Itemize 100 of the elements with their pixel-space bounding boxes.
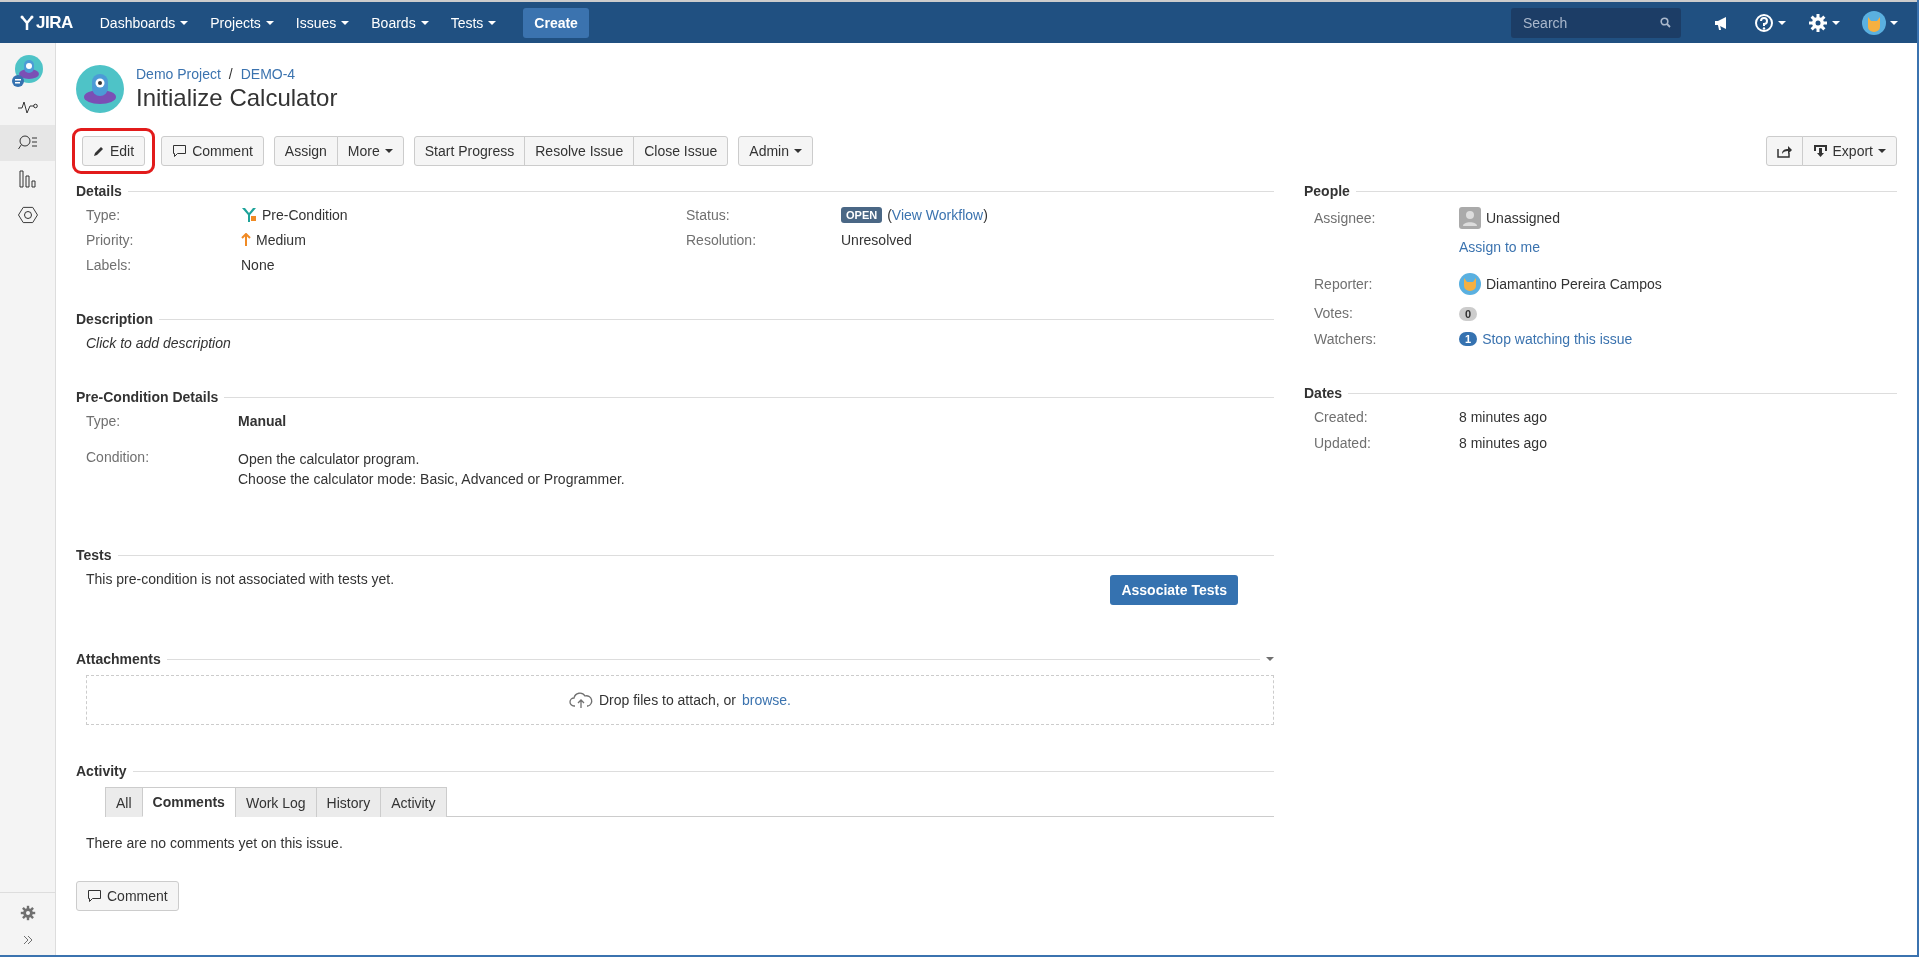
empty-message: There are no comments yet on this issue. [85, 834, 344, 851]
user-avatar-icon[interactable] [1862, 10, 1898, 35]
watcher-count: 1 [1459, 332, 1478, 346]
description-placeholder[interactable]: Click to add description [76, 335, 1274, 351]
parenthesis: ) [983, 207, 988, 223]
activity-pulse-icon[interactable] [17, 100, 38, 114]
section-heading: Pre-Condition Details [76, 389, 219, 405]
user-avatar [1459, 273, 1481, 295]
activity-tab[interactable]: All [105, 787, 143, 817]
field-value: Diamantino Pereira Campos [1459, 273, 1897, 295]
drop-text: Drop files to attach, or [599, 692, 736, 708]
project-avatar-icon [76, 65, 124, 113]
activity-tab[interactable]: Activity [380, 787, 447, 817]
field-value: Medium [241, 232, 676, 248]
section-heading: Attachments [76, 651, 161, 667]
download-icon [1812, 144, 1828, 158]
field-label: Assignee: [1314, 210, 1377, 226]
field-value: None [241, 257, 276, 273]
up-arrow-icon [241, 233, 251, 247]
vote-count: 0 [1459, 307, 1478, 321]
field-label: Status: [686, 207, 731, 223]
caret-icon [794, 149, 802, 153]
breadcrumb-link[interactable]: Demo Project [136, 66, 221, 82]
help-icon[interactable] [1754, 12, 1786, 33]
bar-chart-icon[interactable] [18, 170, 37, 188]
condition-text: Open the calculator program. [238, 450, 421, 469]
condition-text: Choose the calculator mode: Basic, Advanced or Programmer. [238, 470, 626, 489]
caret-icon [384, 149, 393, 153]
field-label: Condition: [86, 449, 151, 465]
create-button[interactable]: Create [523, 7, 589, 38]
unknown-user-avatar [1459, 207, 1481, 229]
settings-icon[interactable] [1808, 12, 1840, 33]
search-list-icon[interactable] [17, 135, 38, 151]
field-label: Updated: [1314, 435, 1372, 451]
cloud-upload-icon [569, 691, 593, 709]
caret-icon[interactable] [1266, 657, 1274, 661]
toolbar-button[interactable]: Admin [738, 136, 813, 166]
comment-button[interactable]: Comment [76, 881, 179, 911]
hexagon-icon[interactable] [17, 205, 38, 225]
field-value: Unresolved [841, 232, 913, 248]
stop-watching-link[interactable]: Stop watching this issue [1482, 331, 1633, 347]
view-workflow-link[interactable]: View Workflow [891, 207, 984, 223]
section-heading: Description [76, 311, 153, 327]
field-label: Watchers: [1314, 331, 1378, 347]
caret-icon [1878, 149, 1886, 153]
tests-message: This pre-condition is not associated with tests yet. [86, 571, 395, 587]
toolbar-button[interactable]: Assign [273, 136, 338, 166]
search-box[interactable]: Search [1511, 7, 1681, 38]
assign-to-me-link[interactable]: Assign to me [1459, 239, 1897, 255]
parenthesis: ( [887, 207, 892, 223]
settings-icon[interactable] [19, 905, 36, 921]
activity-tab[interactable]: History [315, 787, 382, 817]
logo-icon [20, 14, 34, 31]
toolbar-button[interactable]: Resolve Issue [524, 136, 635, 166]
status-lozenge: OPEN [841, 207, 883, 223]
speech-bubble-icon [172, 144, 188, 158]
speech-bubble-icon [87, 889, 102, 903]
toolbar-button[interactable]: Start Progress [413, 136, 526, 166]
field-value: 8 minutes ago [1459, 409, 1548, 425]
project-avatar-icon[interactable] [10, 54, 45, 88]
toolbar-button[interactable]: Export [1801, 136, 1897, 166]
breadcrumb-link[interactable]: DEMO-4 [240, 66, 296, 82]
toolbar-button[interactable]: More [336, 136, 404, 166]
nav-menu[interactable]: Projects [201, 8, 283, 37]
share-button[interactable] [1765, 136, 1803, 166]
jira-logo[interactable]: JIRA [20, 12, 73, 33]
field-value: Manual [238, 413, 288, 429]
breadcrumb-separator: / [228, 66, 233, 82]
issue-title: Initialize Calculator [136, 84, 338, 112]
activity-tab[interactable]: Comments [141, 787, 236, 817]
nav-menu[interactable]: Boards [362, 8, 438, 37]
section-heading: Dates [1304, 385, 1343, 401]
drop-zone[interactable]: Drop files to attach, or browse. [86, 675, 1274, 725]
toolbar-button[interactable]: Edit [82, 136, 146, 166]
browse-link[interactable]: browse. [741, 692, 791, 708]
expand-chevrons-icon[interactable] [22, 935, 33, 945]
field-value: 8 minutes ago [1459, 435, 1548, 451]
field-value: Unassigned [1459, 207, 1897, 229]
associate-tests-button[interactable]: Associate Tests [1110, 575, 1238, 605]
nav-menu[interactable]: Issues [286, 8, 359, 37]
field-label: Type: [86, 207, 122, 223]
nav-menu[interactable]: Tests [441, 8, 506, 37]
field-label: Type: [86, 413, 122, 429]
field-label: Labels: [86, 257, 133, 273]
search-icon [1660, 17, 1671, 28]
section-heading: People [1304, 183, 1350, 199]
pencil-icon [93, 145, 105, 157]
field-label: Resolution: [686, 232, 758, 248]
field-value: Pre-Condition [241, 207, 676, 223]
toolbar-button[interactable]: Comment [161, 136, 264, 166]
nav-menu[interactable]: Dashboards [90, 8, 198, 37]
activity-tab[interactable]: Work Log [234, 787, 317, 817]
search-field[interactable]: Search [1521, 13, 1660, 32]
share-icon [1776, 144, 1792, 158]
field-label: Priority: [86, 232, 135, 248]
toolbar-button[interactable]: Close Issue [633, 136, 729, 166]
section-heading: Activity [76, 763, 127, 779]
section-heading: Tests [76, 547, 112, 563]
section-heading: Details [76, 183, 122, 199]
precondition-type-icon [241, 207, 257, 223]
